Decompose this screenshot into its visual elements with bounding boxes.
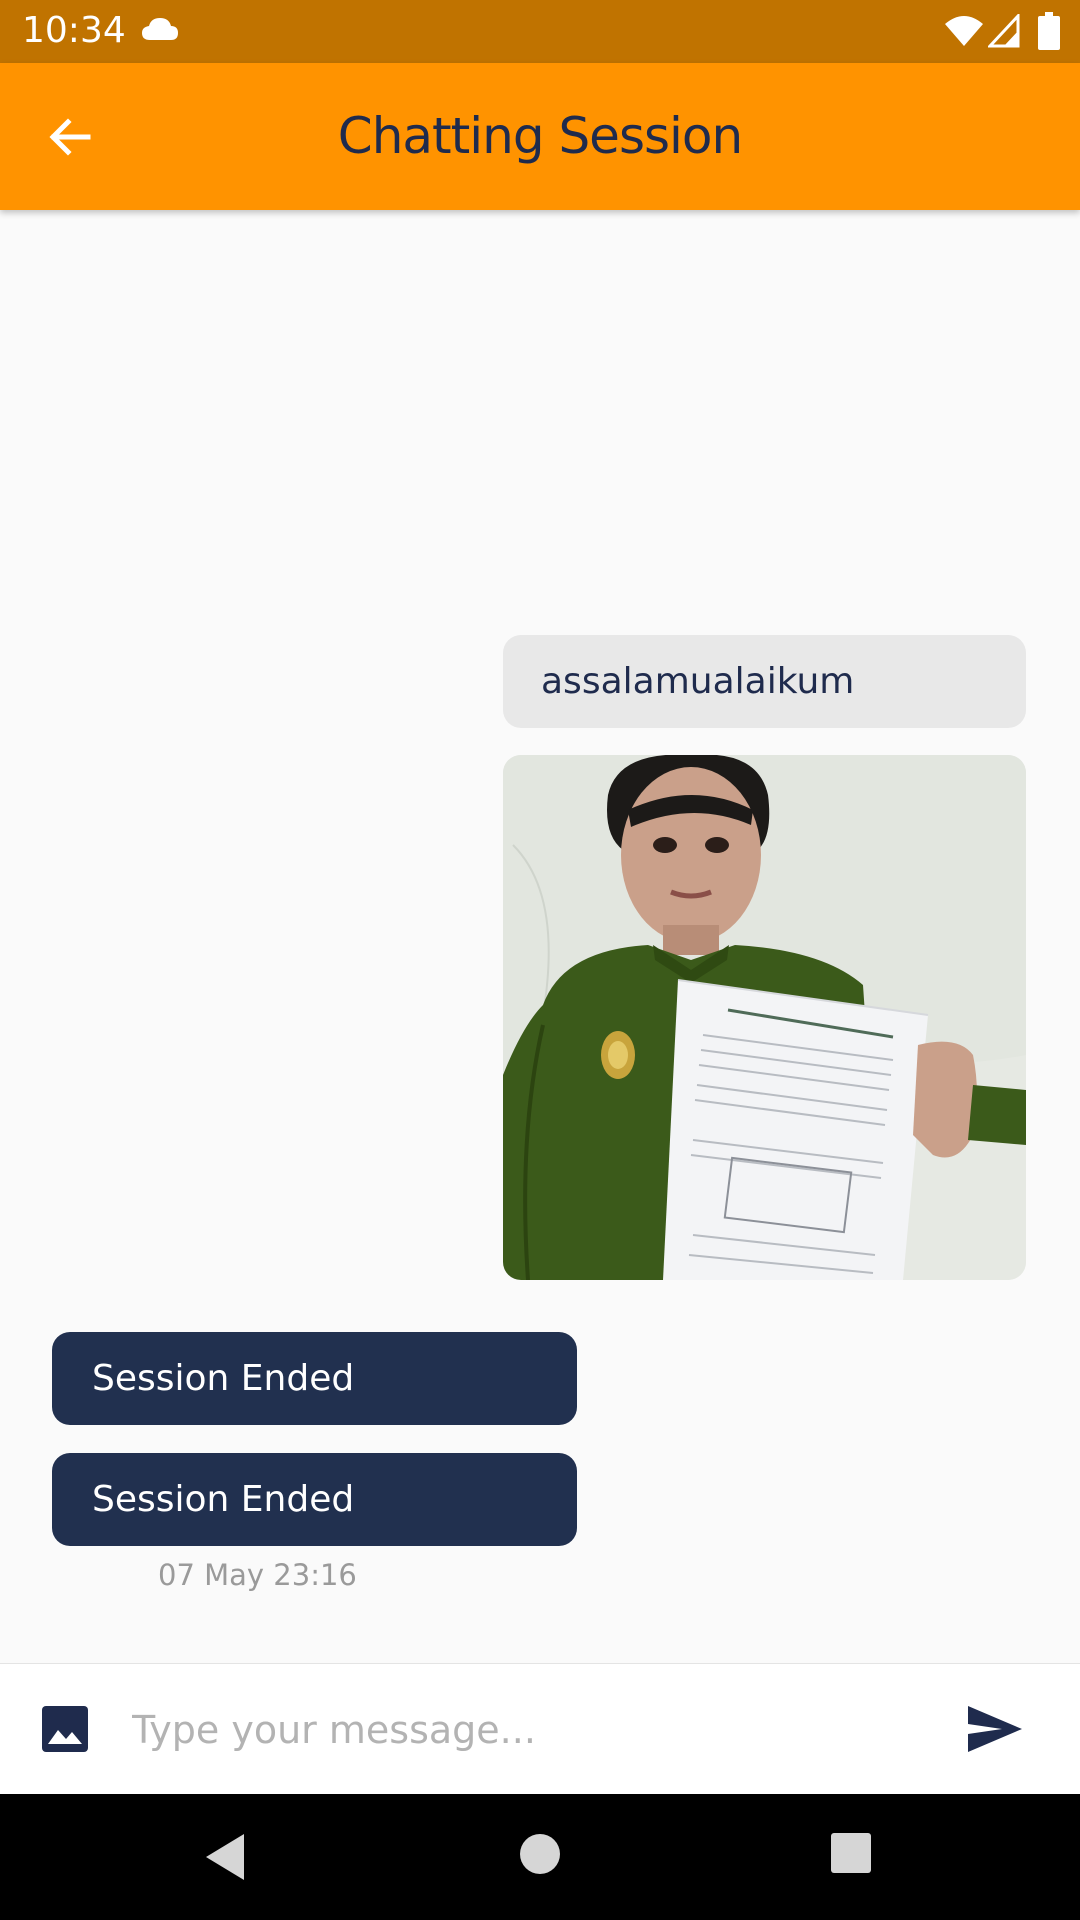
nav-back-icon[interactable] [202,1832,248,1882]
attach-image-button[interactable] [40,1704,90,1754]
send-icon [968,1706,1022,1752]
message-bubble-outgoing[interactable]: Session Ended [52,1453,577,1546]
message-bubble-incoming[interactable]: assalamualaikum [503,635,1026,728]
status-time: 10:34 [22,10,126,51]
arrow-left-icon [49,118,91,156]
message-input-bar [0,1663,1080,1795]
page-title: Chatting Session [337,107,743,165]
signal-icon [988,14,1020,48]
battery-icon [1038,12,1060,50]
image-icon [42,1706,88,1752]
message-image[interactable] [503,755,1026,1280]
wifi-icon [945,16,983,46]
nav-recents-icon[interactable] [830,1832,872,1874]
screen: 10:34 Chatting Session assalamualaikum S… [0,0,1080,1920]
message-input[interactable] [130,1686,934,1774]
message-bubble-outgoing[interactable]: Session Ended [52,1332,577,1425]
send-button[interactable] [966,1704,1024,1754]
app-bar: Chatting Session [0,63,1080,210]
navigation-bar [0,1794,1080,1920]
chat-messages[interactable]: assalamualaikum Session Ended Session En… [0,210,1080,1663]
message-timestamp: 07 May 23:16 [158,1558,357,1592]
back-button[interactable] [38,105,102,169]
status-bar: 10:34 [0,0,1080,63]
cloud-icon [142,18,178,40]
nav-home-icon[interactable] [518,1832,562,1876]
report-photo [503,755,1026,1280]
